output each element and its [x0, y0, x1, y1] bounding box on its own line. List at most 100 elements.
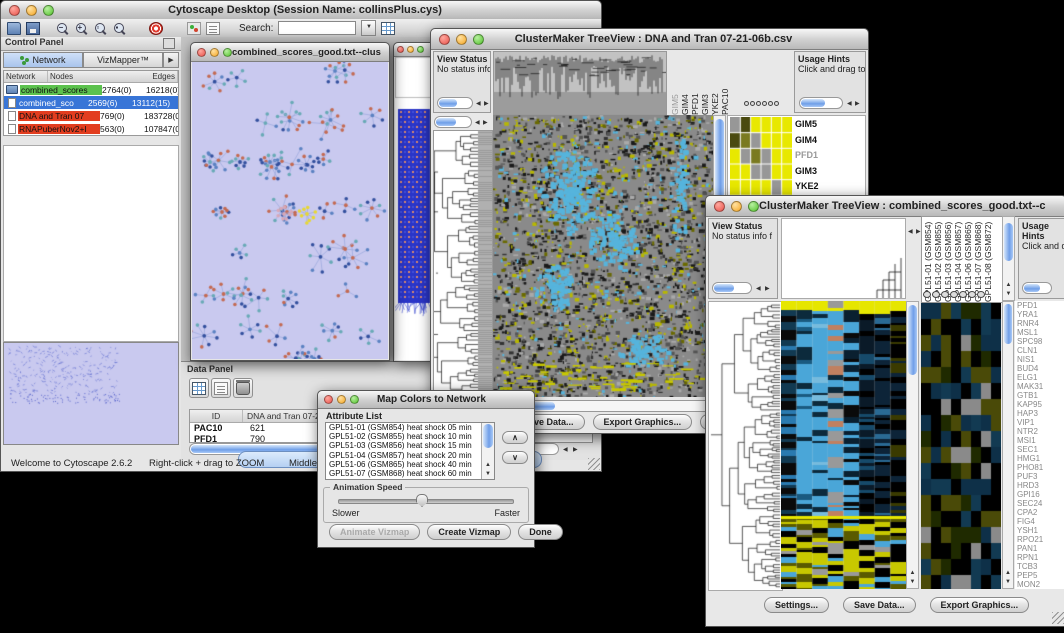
column-label[interactable]: GPL51-06 (GSM865) — [962, 217, 972, 302]
gene-label[interactable]: RNR4 — [1015, 319, 1064, 328]
gene-label[interactable]: FIG4 — [1015, 517, 1064, 526]
network-list-row[interactable]: combined_scores 2764(0) 16218(0) — [4, 83, 178, 96]
column-label[interactable]: GIM3 — [699, 49, 709, 115]
gene-label[interactable]: GTB1 — [1015, 391, 1064, 400]
treeview-button[interactable]: Settings... — [764, 597, 829, 613]
gene-label[interactable]: CPA2 — [1015, 508, 1064, 517]
attribute-option[interactable]: GPL51-04 (GSM857) heat shock 20 min — [326, 451, 494, 460]
gene-label[interactable]: VIP1 — [1015, 418, 1064, 427]
column-label[interactable]: GPL51-03 (GSM856) — [942, 217, 952, 302]
minimize-icon[interactable] — [731, 201, 742, 212]
save-session-icon[interactable] — [26, 22, 40, 35]
gene-label[interactable]: HAP3 — [1015, 409, 1064, 418]
gene-label[interactable]: MSL1 — [1015, 328, 1064, 337]
tv1-status-scrollbar[interactable] — [437, 97, 473, 109]
tv1-hints-scrollbar[interactable] — [799, 97, 843, 109]
main-titlebar[interactable]: Cytoscape Desktop (Session Name: collins… — [1, 1, 601, 20]
zoom-window-icon[interactable] — [43, 5, 54, 16]
column-label[interactable]: GIM4 — [679, 49, 689, 115]
tv2-zoom-heatmap[interactable] — [921, 303, 1001, 589]
zoom-window-icon[interactable] — [473, 34, 484, 45]
gene-label[interactable]: ELG1 — [1015, 373, 1064, 382]
gene-label[interactable]: KAP95 — [1015, 400, 1064, 409]
gene-label[interactable]: SPC98 — [1015, 337, 1064, 346]
listbox-vscrollbar[interactable]: ▲▼ — [481, 423, 494, 479]
column-label[interactable]: GPL51-02 (GSM855) — [932, 217, 942, 302]
tv1-heatmap[interactable] — [493, 115, 713, 397]
new-attribute-button[interactable] — [211, 378, 231, 398]
resize-grip[interactable] — [1052, 612, 1064, 624]
column-header[interactable]: Network — [4, 71, 48, 82]
gene-label[interactable]: PHO81 — [1015, 463, 1064, 472]
network-list-row[interactable]: combined_sco 2569(6) 13112(15) — [4, 96, 178, 109]
column-header[interactable]: Nodes — [48, 71, 150, 82]
row-label[interactable]: GIM3 — [795, 164, 823, 180]
tv2-status-scrollbar[interactable] — [712, 282, 752, 294]
gene-label[interactable]: YRA1 — [1015, 310, 1064, 319]
open-session-icon[interactable] — [7, 22, 21, 35]
dense-network-view[interactable] — [395, 57, 433, 360]
minimize-icon[interactable] — [210, 48, 219, 57]
gene-label[interactable]: RPN1 — [1015, 553, 1064, 562]
gene-label[interactable]: TCB3 — [1015, 562, 1064, 571]
treeview2-titlebar[interactable]: ClusterMaker TreeView : combined_scores_… — [706, 196, 1064, 217]
close-icon[interactable] — [9, 5, 20, 16]
gene-label[interactable]: HMG1 — [1015, 454, 1064, 463]
move-up-button[interactable]: ∧ — [502, 431, 528, 444]
id-column-header[interactable]: ID — [190, 410, 243, 422]
row-label[interactable]: YKE2 — [795, 179, 823, 195]
close-icon[interactable] — [439, 34, 450, 45]
attribute-select-button[interactable] — [189, 378, 209, 398]
minimize-icon[interactable] — [407, 46, 414, 53]
column-label[interactable]: PAC10 — [719, 49, 729, 115]
tv1-dendro-scrollbar[interactable] — [434, 116, 472, 128]
gene-label[interactable]: PAN1 — [1015, 544, 1064, 553]
edit-doc-icon[interactable] — [206, 22, 220, 35]
zoom-selected-icon[interactable] — [94, 22, 108, 35]
attribute-option[interactable]: GPL51-02 (GSM855) heat shock 10 min — [326, 432, 494, 441]
gene-label[interactable]: MSI1 — [1015, 436, 1064, 445]
close-icon[interactable] — [197, 48, 206, 57]
attribute-option[interactable]: GPL51-01 (GSM854) heat shock 05 min — [326, 423, 494, 432]
tv2-labels-vscrollbar[interactable]: ▲▼ — [1002, 216, 1015, 301]
import-table-icon[interactable] — [381, 22, 395, 35]
delete-attribute-button[interactable] — [233, 378, 253, 398]
gene-label[interactable]: CLN1 — [1015, 346, 1064, 355]
dialog-button[interactable]: Create Vizmap — [427, 524, 511, 540]
search-dropdown-icon[interactable]: ▼ — [361, 20, 376, 36]
move-down-button[interactable]: ∨ — [502, 451, 528, 464]
network-list-row[interactable]: RNAPuberNov2+I 563(0) 107847(0) — [4, 122, 178, 135]
attribute-option[interactable]: GPL51-06 (GSM865) heat shock 40 min — [326, 460, 494, 469]
gene-label[interactable]: MON2 — [1015, 580, 1064, 589]
row-label[interactable]: GIM5 — [795, 117, 823, 133]
tv2-hints-scrollbar[interactable] — [1022, 282, 1052, 294]
tv2-row-dendrogram[interactable] — [708, 301, 783, 591]
zoom-window-icon[interactable] — [223, 48, 232, 57]
tab-network[interactable]: Network — [3, 52, 83, 68]
gene-label[interactable]: GPI16 — [1015, 490, 1064, 499]
gene-label[interactable]: SEC1 — [1015, 445, 1064, 454]
gene-label[interactable]: YSH1 — [1015, 526, 1064, 535]
gene-label[interactable]: PEP5 — [1015, 571, 1064, 580]
zoom-window-icon[interactable] — [417, 46, 424, 53]
column-label[interactable]: GPL51-07 (GSM868) — [972, 217, 982, 302]
column-label[interactable]: PFD1 — [689, 49, 699, 115]
treeview1-titlebar[interactable]: ClusterMaker TreeView : DNA and Tran 07-… — [431, 29, 868, 50]
network-list-row[interactable]: DNA and Tran 07 769(0) 183728(0) — [4, 109, 178, 122]
attribute-option[interactable]: GPL51-07 (GSM868) heat shock 60 min — [326, 469, 494, 478]
zoom-out-icon[interactable] — [56, 22, 70, 35]
tv2-column-dendrogram[interactable] — [873, 240, 903, 298]
gene-label[interactable]: HRD3 — [1015, 481, 1064, 490]
treeview-button[interactable]: Export Graphics... — [930, 597, 1030, 613]
zoom-fit-icon[interactable] — [113, 22, 127, 35]
row-label[interactable]: PFD1 — [795, 148, 823, 164]
close-icon[interactable] — [397, 46, 404, 53]
gene-label[interactable]: MAK31 — [1015, 382, 1064, 391]
zoom-in-icon[interactable] — [75, 22, 89, 35]
dialog-titlebar[interactable]: Map Colors to Network — [318, 391, 534, 409]
attribute-option[interactable]: GPL51-03 (GSM856) heat shock 15 min — [326, 441, 494, 450]
treeview-button[interactable]: Export Graphics... — [593, 414, 693, 430]
tab-vizmapper[interactable]: VizMapper™ — [83, 52, 163, 68]
column-label[interactable]: YKE2 — [709, 49, 719, 115]
gene-label[interactable]: SEC24 — [1015, 499, 1064, 508]
